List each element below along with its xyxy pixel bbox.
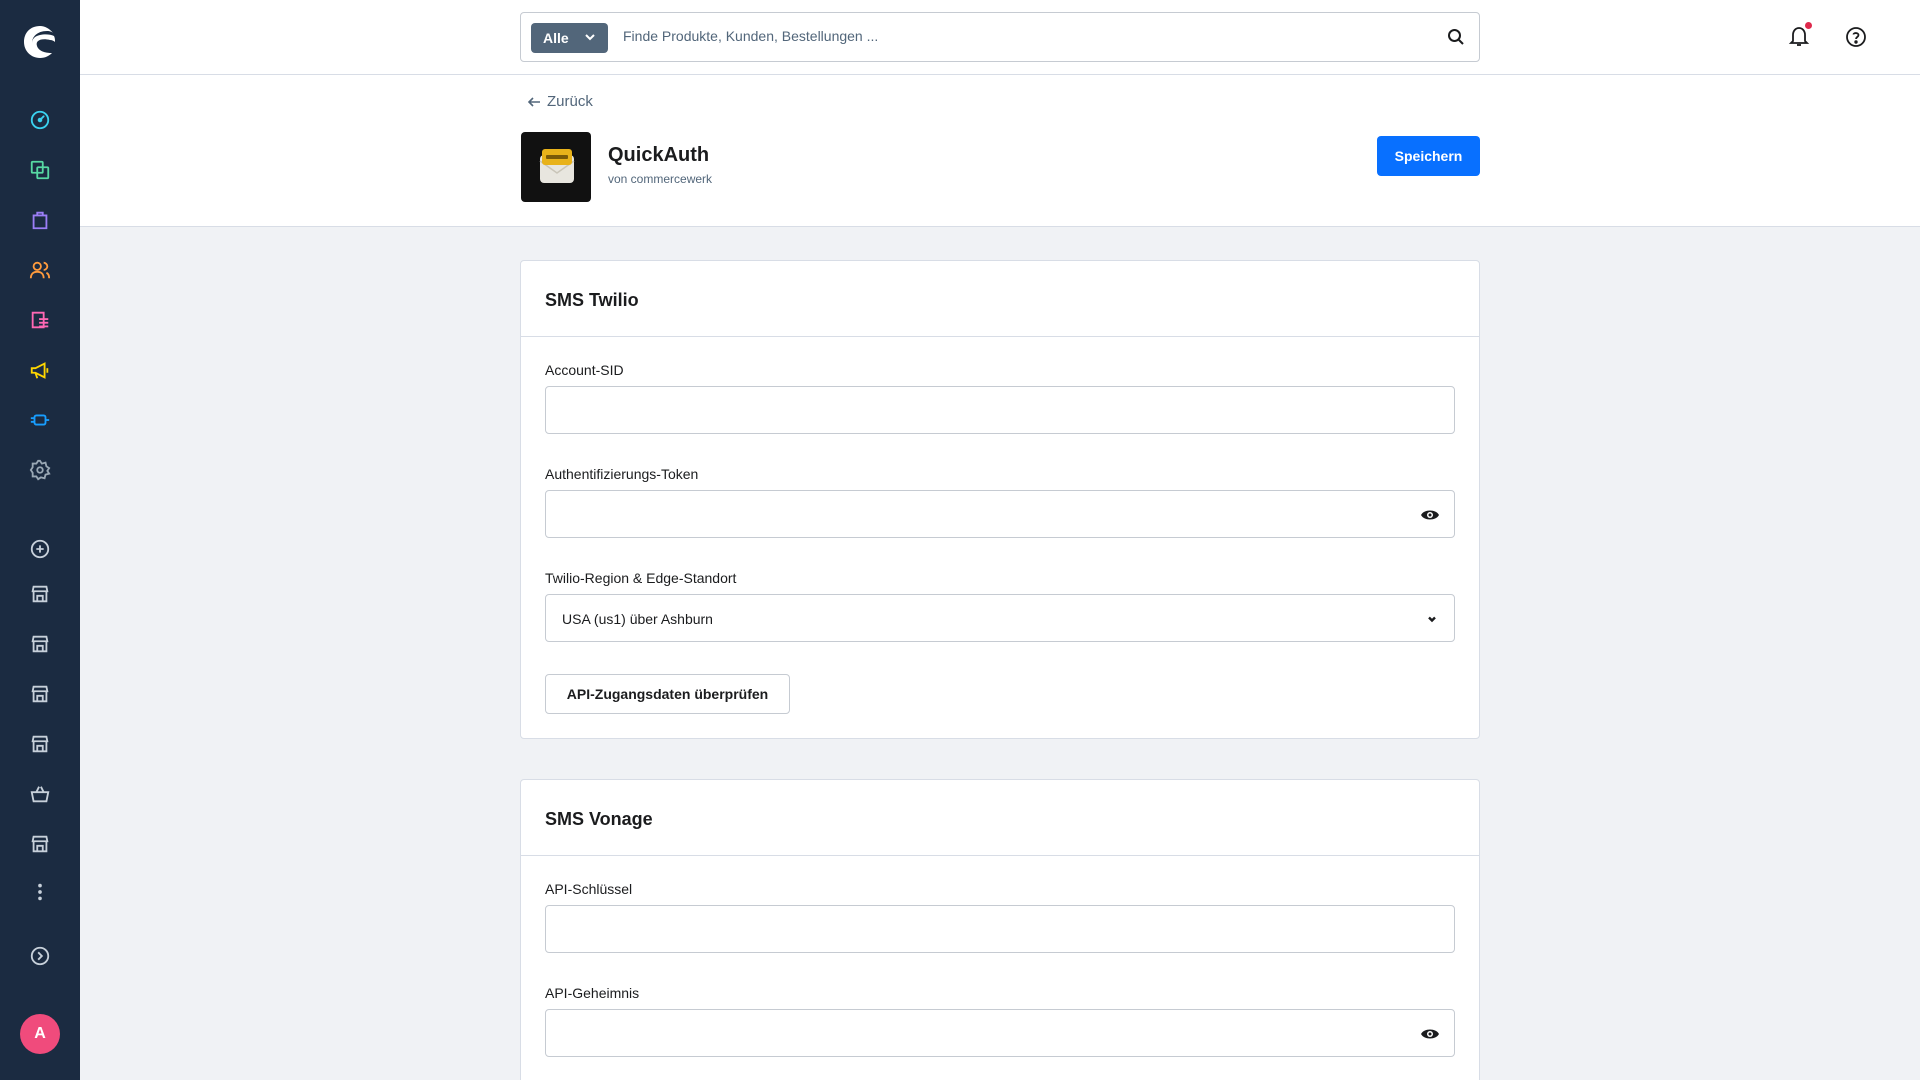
search-filter-dropdown[interactable]: Alle [531, 23, 608, 53]
app-logo [521, 132, 591, 202]
add-channel-icon[interactable] [26, 535, 54, 563]
help-icon[interactable] [1844, 25, 1868, 49]
more-vertical-icon[interactable] [26, 878, 54, 906]
shopware-logo-icon[interactable] [20, 22, 60, 62]
chevron-down-icon [1428, 616, 1436, 623]
twilio-region-select[interactable]: USA (us1) über Ashburn [545, 594, 1455, 642]
twilio-region-label: Twilio-Region & Edge-Standort [545, 570, 737, 586]
api-key-field[interactable] [545, 905, 1455, 953]
chevron-down-icon [585, 34, 595, 41]
auth-token-field[interactable] [545, 490, 1455, 538]
avatar[interactable]: A [20, 1014, 60, 1054]
eye-icon[interactable] [1420, 1026, 1440, 1042]
sms-vonage-card: SMS Vonage API-Schlüssel API-Geheimnis [520, 779, 1480, 1080]
notification-badge [1805, 22, 1812, 29]
top-bar: Alle Finde Produkte, Kunden, Bestellunge… [80, 0, 1920, 75]
storefront-icon[interactable] [26, 680, 54, 708]
storefront-icon[interactable] [26, 730, 54, 758]
global-search[interactable]: Alle Finde Produkte, Kunden, Bestellunge… [520, 12, 1480, 62]
marketing-icon[interactable] [26, 356, 54, 384]
account-sid-field[interactable] [545, 386, 1455, 434]
storefront-icon[interactable] [26, 580, 54, 608]
search-filter-label: Alle [543, 30, 569, 46]
page-header: Zurück QuickAuth von commercewerk Speich… [80, 75, 1920, 227]
back-label: Zurück [547, 93, 593, 110]
catalog-icon[interactable] [26, 156, 54, 184]
account-sid-label: Account-SID [545, 362, 624, 378]
app-title: QuickAuth [608, 144, 710, 166]
save-button[interactable]: Speichern [1377, 136, 1480, 176]
customers-icon[interactable] [26, 256, 54, 284]
search-icon[interactable] [1447, 28, 1465, 46]
api-secret-field[interactable] [545, 1009, 1455, 1057]
notifications-bell-icon[interactable] [1787, 22, 1813, 50]
auth-token-label: Authentifizierungs-Token [545, 466, 699, 482]
basket-icon[interactable] [26, 780, 54, 808]
api-secret-label: API-Geheimnis [545, 985, 640, 1001]
sidebar: A [0, 0, 80, 1080]
expand-sidebar-icon[interactable] [26, 942, 54, 970]
card-title: SMS Vonage [521, 780, 1479, 856]
verify-api-credentials-button[interactable]: API-Zugangsdaten überprüfen [545, 674, 790, 714]
eye-icon[interactable] [1420, 507, 1440, 523]
extensions-icon[interactable] [26, 406, 54, 434]
back-link[interactable]: Zurück [527, 93, 593, 110]
twilio-region-value: USA (us1) über Ashburn [562, 611, 713, 627]
search-input[interactable]: Finde Produkte, Kunden, Bestellungen ... [623, 28, 878, 44]
card-title: SMS Twilio [521, 261, 1479, 337]
sms-twilio-card: SMS Twilio Account-SID Authentifizierung… [520, 260, 1480, 739]
content-icon[interactable] [26, 306, 54, 334]
app-vendor: von commercewerk [608, 172, 713, 186]
api-key-label: API-Schlüssel [545, 881, 633, 897]
settings-icon[interactable] [26, 456, 54, 484]
storefront-icon[interactable] [26, 830, 54, 858]
arrow-left-icon [527, 96, 540, 107]
orders-icon[interactable] [26, 206, 54, 234]
dashboard-icon[interactable] [26, 106, 54, 134]
storefront-icon[interactable] [26, 630, 54, 658]
